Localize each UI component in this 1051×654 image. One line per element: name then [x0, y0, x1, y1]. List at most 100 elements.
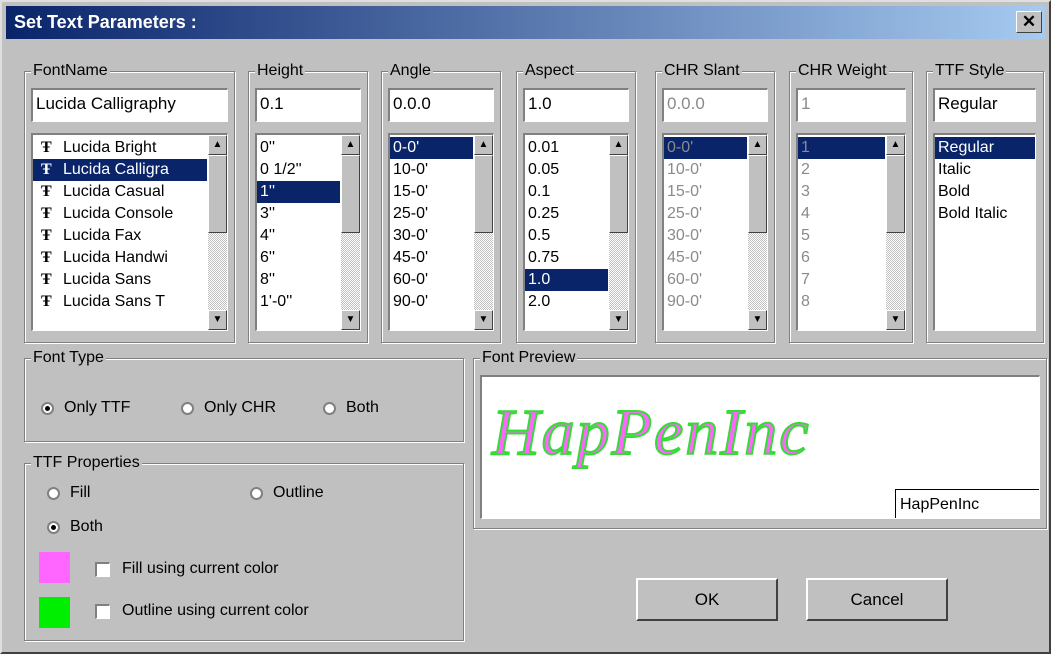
list-item[interactable]: 0.25	[525, 203, 608, 225]
list-item[interactable]: 0.1	[525, 181, 608, 203]
preview-text-input[interactable]: HapPenInc	[895, 489, 1039, 518]
outline-color-swatch[interactable]	[39, 597, 70, 628]
checkbox-fill-current-color[interactable]: Fill using current color	[95, 560, 279, 578]
list-item[interactable]: 0.75	[525, 247, 608, 269]
fontname-field[interactable]: Lucida Calligraphy	[31, 88, 228, 122]
fill-color-swatch[interactable]	[39, 552, 70, 583]
list-item[interactable]: 15-0'	[390, 181, 473, 203]
list-item[interactable]: Bold Italic	[935, 203, 1035, 225]
preview-text: HapPenInc	[491, 395, 811, 470]
aspect-list[interactable]: 0.01 0.05 0.1 0.25 0.5 0.75 1.0 2.0 ▲ ▼	[523, 133, 629, 331]
list-item: 0-0'	[664, 137, 747, 159]
aspect-scrollbar[interactable]: ▲ ▼	[609, 135, 628, 330]
fontname-list[interactable]: Ŧ Lucida Bright Ŧ Lucida Calligra Ŧ Lucida Ca…	[31, 133, 228, 331]
list-item[interactable]: Italic	[935, 159, 1035, 181]
list-item[interactable]: 2.0	[525, 291, 608, 313]
font-preview-label: Font Preview	[480, 348, 578, 368]
radio-fill[interactable]: Fill	[47, 484, 90, 502]
height-list[interactable]: 0'' 0 1/2'' 1'' 3'' 4'' 6'' 8'' 1'-0'' ▲ ▼	[255, 133, 361, 331]
radio-label: Only CHR	[204, 399, 277, 416]
ttf-style-field[interactable]: Regular	[933, 88, 1036, 122]
list-item-label: Lucida Sans T	[63, 293, 165, 310]
fontname-scrollbar[interactable]: ▲ ▼	[208, 135, 227, 330]
radio-button[interactable]	[250, 486, 263, 500]
list-item[interactable]: 60-0'	[390, 269, 473, 291]
scroll-thumb[interactable]	[609, 155, 628, 233]
scroll-up-button[interactable]: ▲	[474, 135, 493, 155]
dialog-window: Set Text Parameters : ✕ FontName Lucida …	[0, 0, 1051, 654]
scroll-up-button[interactable]: ▲	[208, 135, 227, 155]
scroll-up-button[interactable]: ▲	[609, 135, 628, 155]
scroll-down-button[interactable]: ▼	[208, 310, 227, 330]
scroll-down-button[interactable]: ▼	[341, 310, 360, 330]
list-item[interactable]: 0.01	[525, 137, 608, 159]
list-item[interactable]: 4''	[257, 225, 340, 247]
list-items: 1 2 3 4 5 6 7 8	[798, 137, 885, 313]
list-item[interactable]: Ŧ Lucida Console	[33, 203, 207, 225]
list-item[interactable]: Bold	[935, 181, 1035, 203]
list-item[interactable]: Ŧ Lucida Fax	[33, 225, 207, 247]
scroll-thumb[interactable]	[341, 155, 360, 233]
list-item[interactable]: Regular	[935, 137, 1035, 159]
list-item[interactable]: 0.05	[525, 159, 608, 181]
list-item[interactable]: 45-0'	[390, 247, 473, 269]
close-button[interactable]: ✕	[1016, 11, 1042, 33]
scroll-up-button: ▲	[748, 135, 767, 155]
cancel-button[interactable]: Cancel	[806, 578, 948, 621]
angle-scrollbar[interactable]: ▲ ▼	[474, 135, 493, 330]
list-item[interactable]: 0-0'	[390, 137, 473, 159]
scroll-thumb[interactable]	[474, 155, 493, 233]
list-item[interactable]: 0 1/2''	[257, 159, 340, 181]
angle-field[interactable]: 0.0.0	[388, 88, 494, 122]
ok-button[interactable]: OK	[636, 578, 778, 621]
list-item[interactable]: 1.0	[525, 269, 608, 291]
scroll-up-button[interactable]: ▲	[341, 135, 360, 155]
fontname-group: FontName Lucida Calligraphy Ŧ Lucida Brig…	[24, 61, 235, 343]
list-item[interactable]: 1'-0''	[257, 291, 340, 313]
scroll-thumb[interactable]	[208, 155, 227, 233]
list-item[interactable]: 10-0'	[390, 159, 473, 181]
radio-only-chr[interactable]: Only CHR	[181, 399, 276, 417]
list-item[interactable]: Ŧ Lucida Calligra	[33, 159, 207, 181]
preview-canvas: HapPenInc HapPenInc	[480, 375, 1040, 519]
height-field[interactable]: 0.1	[255, 88, 361, 122]
radio-button[interactable]	[323, 401, 336, 415]
radio-button-checked[interactable]	[41, 401, 54, 415]
arrow-up-icon: ▲	[752, 139, 763, 150]
radio-button-checked[interactable]	[47, 520, 60, 534]
list-item[interactable]: 8''	[257, 269, 340, 291]
radio-outline[interactable]: Outline	[250, 484, 324, 502]
list-item[interactable]: Ŧ Lucida Handwi	[33, 247, 207, 269]
radio-only-ttf[interactable]: Only TTF	[41, 399, 130, 417]
checkbox-outline-current-color[interactable]: Outline using current color	[95, 602, 309, 620]
height-scrollbar[interactable]: ▲ ▼	[341, 135, 360, 330]
list-item[interactable]: 25-0'	[390, 203, 473, 225]
list-items: 0'' 0 1/2'' 1'' 3'' 4'' 6'' 8'' 1'-0''	[257, 137, 340, 313]
checkbox[interactable]	[95, 561, 110, 577]
angle-list[interactable]: 0-0' 10-0' 15-0' 25-0' 30-0' 45-0' 60-0' 90-0' …	[388, 133, 494, 331]
list-item: 45-0'	[664, 247, 747, 269]
title-bar[interactable]: Set Text Parameters : ✕	[6, 6, 1045, 39]
list-item[interactable]: Ŧ Lucida Sans T	[33, 291, 207, 313]
radio-button[interactable]	[181, 401, 194, 415]
truetype-icon: Ŧ	[41, 161, 52, 178]
aspect-field[interactable]: 1.0	[523, 88, 629, 122]
list-item[interactable]: Ŧ Lucida Bright	[33, 137, 207, 159]
scroll-down-button[interactable]: ▼	[474, 310, 493, 330]
list-item[interactable]: 6''	[257, 247, 340, 269]
ttf-style-list[interactable]: Regular Italic Bold Bold Italic	[933, 133, 1036, 331]
list-item[interactable]: 1''	[257, 181, 340, 203]
list-item[interactable]: 0''	[257, 137, 340, 159]
list-item[interactable]: Ŧ Lucida Sans	[33, 269, 207, 291]
radio-fill-outline-both[interactable]: Both	[47, 518, 103, 536]
list-item[interactable]: 30-0'	[390, 225, 473, 247]
radio-button[interactable]	[47, 486, 60, 500]
list-item[interactable]: 90-0'	[390, 291, 473, 313]
list-item[interactable]: 3''	[257, 203, 340, 225]
list-item[interactable]: Ŧ Lucida Casual	[33, 181, 207, 203]
radio-both[interactable]: Both	[323, 399, 379, 417]
list-item[interactable]: 0.5	[525, 225, 608, 247]
list-item: 4	[798, 203, 885, 225]
checkbox[interactable]	[95, 603, 110, 619]
scroll-down-button[interactable]: ▼	[609, 310, 628, 330]
